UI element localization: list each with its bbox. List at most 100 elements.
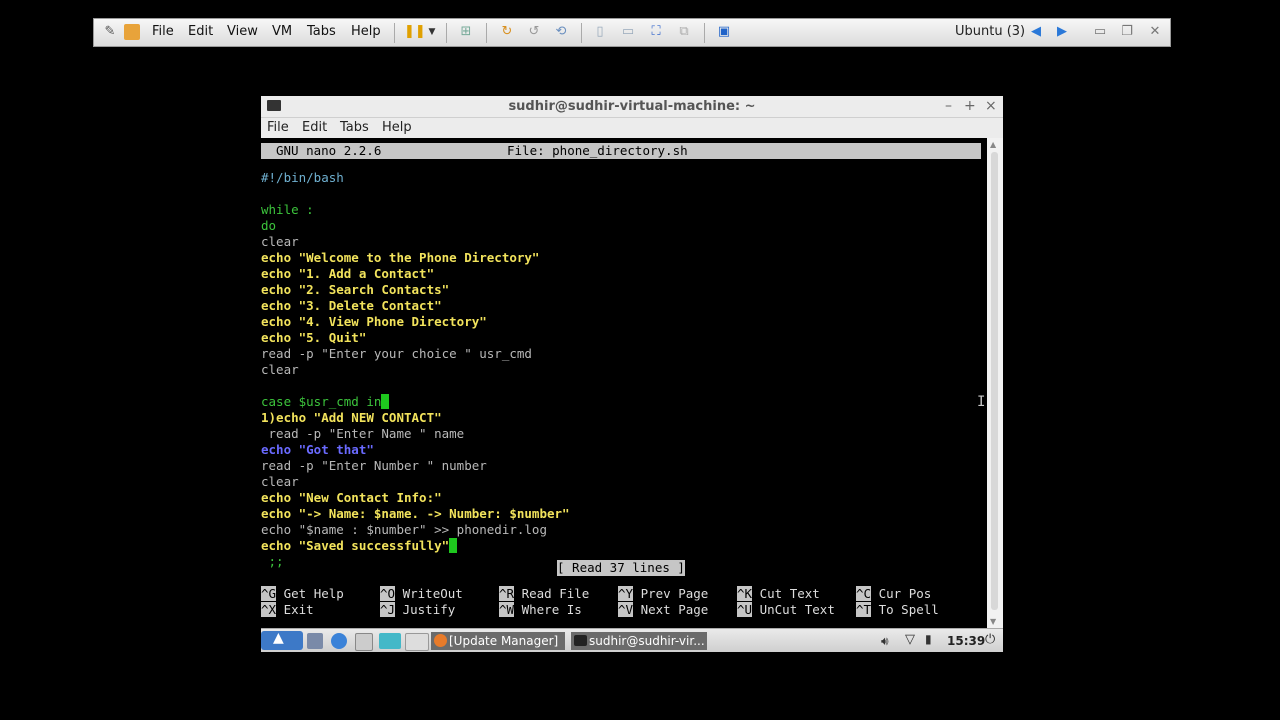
fullscreen-icon[interactable]: ⛶ [648,24,664,40]
guest-taskbar: ▲ [Update Manager] sudhir@sudhir-vir... … [261,628,1003,652]
snapshot-icon[interactable]: ↻ [499,24,515,40]
console-view-icon[interactable]: ▣ [716,24,732,40]
update-manager-icon [434,634,447,647]
shortcut-cur-pos[interactable]: ^C Cur Pos [856,586,931,602]
text-cursor-icon: I [977,394,986,410]
shortcut-to-spell[interactable]: ^T To Spell [856,602,939,618]
battery-icon[interactable]: ▮ [925,632,941,648]
minimize-icon[interactable]: – [945,98,952,114]
volume-icon[interactable]: 🔊︎ [881,634,897,650]
code-line: echo "Welcome to the Phone Directory" [261,250,540,265]
power-icon[interactable]: ⏻ [985,632,1001,648]
vm-menu-help[interactable]: Help [351,24,381,39]
separator [704,23,705,43]
scrollbar-thumb[interactable] [991,152,998,610]
shortcut-exit[interactable]: ^X Exit [261,602,314,618]
vmware-toolbar: ✎ File Edit View VM Tabs Help ❚❚ ▼ ⊞ ↻ ↺… [93,18,1171,47]
code-line: clear [261,474,299,489]
shortcut-uncut-text[interactable]: ^U UnCut Text [737,602,835,618]
shortcut-prev-page[interactable]: ^Y Prev Page [618,586,708,602]
code-line: echo "4. View Phone Directory" [261,314,487,329]
vmware-logo-icon[interactable] [124,24,140,40]
code-line: clear [261,234,299,249]
nano-filename: File: phone_directory.sh [507,143,688,158]
scroll-down-icon[interactable]: ▼ [990,617,996,626]
workspace-icon[interactable] [405,633,429,651]
shortcut-justify[interactable]: ^J Justify [380,602,455,618]
terminal-scrollbar[interactable]: ▲ ▼ [987,138,1003,628]
start-icon: ▲ [273,630,284,646]
pin-icon[interactable]: ✎ [102,24,118,40]
nano-status: [ Read 37 lines ] [557,560,685,576]
code-line: read -p "Enter your choice " usr_cmd [261,346,532,361]
terminal-area[interactable]: GNU nano 2.2.6 File: phone_directory.sh #… [261,138,987,628]
shortcut-writeout[interactable]: ^O WriteOut [380,586,463,602]
unity-icon[interactable]: ⧉ [676,24,692,40]
send-keys-icon[interactable]: ⊞ [458,24,474,40]
nano-version: GNU nano 2.2.6 [276,143,382,158]
separator [581,23,582,43]
close-icon[interactable]: ✕ [1147,24,1163,40]
cursor [381,394,389,409]
terminal-titlebar: sudhir@sudhir-virtual-machine: ~ – + × [261,96,1003,118]
snapshot-manager-icon[interactable]: ⟲ [553,24,569,40]
guest-screen: sudhir@sudhir-virtual-machine: ~ – + × F… [261,96,1003,652]
shortcut-next-page[interactable]: ^V Next Page [618,602,708,618]
thumbnails-icon[interactable]: ▭ [620,24,636,40]
vm-menu-vm[interactable]: VM [272,24,292,39]
vm-menu-tabs[interactable]: Tabs [307,24,336,39]
show-desktop-icon[interactable] [355,633,373,651]
menu-file[interactable]: File [267,120,289,135]
restore-icon[interactable]: ❐ [1119,24,1135,40]
file-manager-icon[interactable] [307,633,323,649]
vm-tab-name[interactable]: Ubuntu (3) [955,24,1025,39]
menu-help[interactable]: Help [382,120,412,135]
vm-menu-file[interactable]: File [152,24,174,39]
shortcut-where-is[interactable]: ^W Where Is [499,602,582,618]
arrow-left-icon[interactable]: ◀ [1028,24,1044,40]
start-menu-button[interactable]: ▲ [261,630,303,650]
separator [394,23,395,43]
maximize-icon[interactable]: + [964,98,976,114]
browser-icon[interactable] [331,633,347,649]
code-line: do [261,218,277,233]
code-line: echo "$name : $number" >> phonedir.log [261,522,547,537]
clock[interactable]: 15:39 [947,634,985,648]
terminal-menubar: File Edit Tabs Help [261,118,1003,138]
code-line: clear [261,362,299,377]
minimize-icon[interactable]: ▭ [1092,24,1108,40]
menu-tabs[interactable]: Tabs [340,120,369,135]
taskbar-item-terminal[interactable]: sudhir@sudhir-vir... [571,632,707,650]
separator [446,23,447,43]
shortcut-cut-text[interactable]: ^K Cut Text [737,586,820,602]
arrow-right-icon[interactable]: ▶ [1054,24,1070,40]
code-line: 1)echo "Add NEW CONTACT" [261,410,442,425]
menu-edit[interactable]: Edit [302,120,327,135]
close-icon[interactable]: × [985,98,997,114]
code-line: echo "2. Search Contacts" [261,282,450,297]
nano-header: GNU nano 2.2.6 File: phone_directory.sh [261,143,981,159]
separator [486,23,487,43]
scroll-up-icon[interactable]: ▲ [990,140,996,149]
taskbar-item-update-manager[interactable]: [Update Manager] [431,632,565,650]
network-icon[interactable]: ▽ [905,632,921,648]
vm-menu-view[interactable]: View [227,24,258,39]
vm-menu-edit[interactable]: Edit [188,24,213,39]
chevron-down-icon[interactable]: ▼ [424,24,440,40]
code-line: ;; [261,554,284,569]
revert-icon[interactable]: ↺ [526,24,542,40]
code-line: echo "3. Delete Contact" [261,298,442,313]
code-line: echo "New Contact Info:" [261,490,442,505]
code-line: echo "1. Add a Contact" [261,266,435,281]
code-line: echo "5. Quit" [261,330,367,345]
shortcut-get-help[interactable]: ^G Get Help [261,586,344,602]
code-line: read -p "Enter Number " number [261,458,487,473]
sidebar-icon[interactable]: ▯ [592,24,608,40]
pause-icon[interactable]: ❚❚ [404,24,426,40]
workspace-icon[interactable] [379,633,401,649]
code-line: while : [261,202,314,217]
shortcut-read-file[interactable]: ^R Read File [499,586,589,602]
cursor [449,538,457,553]
code-text: case $usr_cmd in [261,394,382,409]
code-line: #!/bin/bash [261,170,344,185]
